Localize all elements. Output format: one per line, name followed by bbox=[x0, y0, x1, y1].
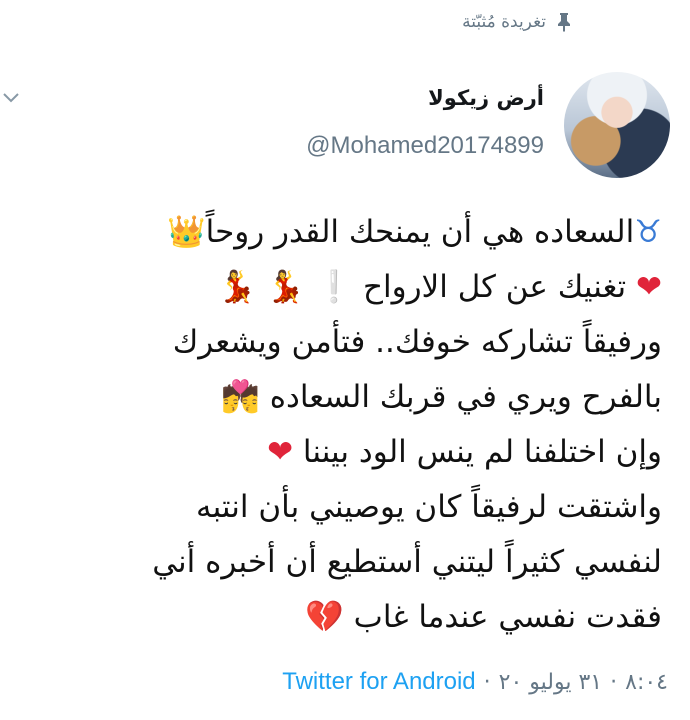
avatar[interactable] bbox=[564, 72, 670, 178]
user-handle[interactable]: @Mohamed20174899 bbox=[306, 132, 544, 160]
tweet-date: ٣١ يوليو ٢٠ bbox=[498, 669, 603, 695]
tweet-line: لنفسي كثيراً ليتني أستطيع أن أخبره أني bbox=[152, 544, 662, 580]
tweet-footer: ٨:٠٤ · ٣١ يوليو ٢٠ · Twitter for Android bbox=[282, 668, 668, 696]
display-name[interactable]: أرض زيكولا bbox=[428, 86, 544, 110]
crown-icon: 👑 bbox=[167, 214, 206, 250]
tweet-line: وإن اختلفنا لم ينس الود بيننا ❤ bbox=[267, 434, 662, 470]
chevron-down-icon[interactable] bbox=[0, 86, 22, 108]
tweet-text: ♉السعاده هي أن يمنحك القدر روحاً👑 ❤ تغني… bbox=[22, 205, 662, 645]
broken-heart-icon: 💔 bbox=[305, 599, 344, 635]
heart-icon: ❤ bbox=[636, 269, 662, 305]
tweet-line: واشتقت لرفيقاً كان يوصيني بأن انتبه bbox=[195, 489, 662, 525]
separator: · bbox=[483, 669, 491, 695]
tweet-line: ❤ تغنيك عن كل الارواح ❕ 💃 💃 bbox=[217, 269, 662, 305]
pinned-label: تغريدة مُثبّتة bbox=[462, 12, 546, 32]
couple-kiss-icon: 💏 bbox=[221, 379, 260, 415]
taurus-icon: ♉ bbox=[634, 214, 662, 250]
tweet-line: ♉السعاده هي أن يمنحك القدر روحاً👑 bbox=[167, 214, 662, 250]
tweet-line: فقدت نفسي عندما غاب 💔 bbox=[305, 599, 662, 635]
heart-icon: ❤ bbox=[267, 434, 294, 470]
dancer-icon: ❕ 💃 💃 bbox=[217, 269, 354, 305]
pin-icon bbox=[558, 13, 570, 32]
tweet-time: ٨:٠٤ bbox=[625, 669, 668, 695]
separator: · bbox=[610, 669, 618, 695]
tweet-line: ورفيقاً تشاركه خوفك.. فتأمن ويشعرك bbox=[172, 324, 662, 360]
tweet-source-link[interactable]: Twitter for Android bbox=[282, 668, 475, 696]
pinned-tweet-indicator: تغريدة مُثبّتة bbox=[462, 12, 572, 32]
tweet-line: بالفرح ويري في قربك السعاده 💏 bbox=[221, 379, 662, 415]
